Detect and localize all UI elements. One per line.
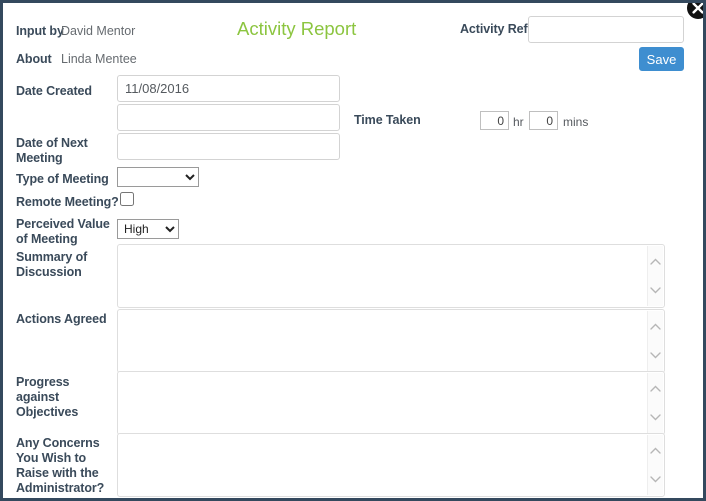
date-secondary-input[interactable] xyxy=(117,104,340,131)
actions-agreed-scrollbar[interactable] xyxy=(647,311,663,371)
date-next-meeting-label: Date of Next Meeting xyxy=(16,136,88,165)
chevron-up-icon xyxy=(650,258,661,265)
activity-report-dialog: Activity Report Input by David Mentor Ab… xyxy=(0,0,706,501)
about-label: About xyxy=(16,52,52,66)
summary-of-discussion-scrollbar[interactable] xyxy=(647,246,663,306)
input-by-label: Input by xyxy=(16,24,64,38)
time-hours-input[interactable] xyxy=(480,111,509,130)
time-hours-unit: hr xyxy=(513,115,524,129)
chevron-down-icon xyxy=(650,476,661,483)
save-button[interactable]: Save xyxy=(639,47,684,71)
any-concerns-scrollbar[interactable] xyxy=(647,435,663,495)
time-mins-input[interactable] xyxy=(529,111,558,130)
chevron-up-icon xyxy=(650,323,661,330)
input-by-value: David Mentor xyxy=(61,24,136,38)
chevron-up-icon xyxy=(650,385,661,392)
date-next-meeting-input[interactable] xyxy=(117,133,340,160)
actions-agreed-textarea[interactable] xyxy=(118,310,664,372)
progress-against-objectives-field xyxy=(117,371,665,435)
page-title: Activity Report xyxy=(237,18,357,39)
about-value: Linda Mentee xyxy=(61,52,137,66)
progress-against-objectives-label: Progress against Objectives xyxy=(16,375,79,419)
time-taken-label: Time Taken xyxy=(354,113,421,127)
chevron-up-icon xyxy=(650,447,661,454)
actions-agreed-field xyxy=(117,309,665,373)
date-created-label: Date Created xyxy=(16,84,92,98)
close-icon[interactable] xyxy=(685,3,703,21)
date-created-input[interactable] xyxy=(117,75,340,102)
actions-agreed-label: Actions Agreed xyxy=(16,312,107,326)
progress-against-objectives-scrollbar[interactable] xyxy=(647,373,663,433)
activity-ref-input[interactable] xyxy=(528,16,684,43)
summary-of-discussion-field xyxy=(117,244,665,308)
chevron-down-icon xyxy=(650,287,661,294)
remote-meeting-label: Remote Meeting? xyxy=(16,195,119,209)
progress-against-objectives-textarea[interactable] xyxy=(118,372,664,434)
activity-ref-label: Activity Ref xyxy=(460,22,528,36)
perceived-value-label: Perceived Value of Meeting xyxy=(16,217,110,246)
chevron-down-icon xyxy=(650,414,661,421)
activity-report-form: Activity Report Input by David Mentor Ab… xyxy=(3,3,703,498)
any-concerns-textarea[interactable] xyxy=(118,434,664,496)
chevron-down-icon xyxy=(650,352,661,359)
any-concerns-label: Any Concerns You Wish to Raise with the … xyxy=(16,436,105,495)
type-of-meeting-label: Type of Meeting xyxy=(16,172,109,186)
time-mins-unit: mins xyxy=(563,115,589,129)
summary-of-discussion-label: Summary of Discussion xyxy=(16,250,88,279)
any-concerns-field xyxy=(117,433,665,497)
type-of-meeting-select[interactable] xyxy=(117,167,199,187)
summary-of-discussion-textarea[interactable] xyxy=(118,245,664,307)
perceived-value-select[interactable]: High xyxy=(117,219,179,239)
remote-meeting-checkbox[interactable] xyxy=(120,192,134,206)
